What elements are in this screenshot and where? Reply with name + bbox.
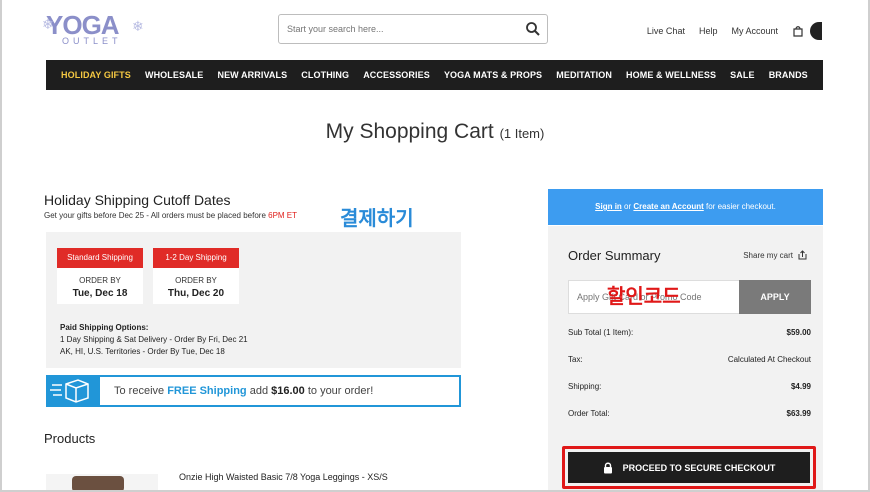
order-total-row: Order Total: $63.99 — [568, 409, 811, 418]
cart-count-badge[interactable] — [810, 22, 822, 40]
nav-item-new-arrivals[interactable]: NEW ARRIVALS — [217, 70, 287, 80]
signin-or: or — [621, 202, 634, 211]
subtotal-label: Sub Total (1 Item): — [568, 328, 634, 337]
my-account-link[interactable]: My Account — [731, 26, 778, 36]
apply-promo-button[interactable]: APPLY — [739, 280, 811, 314]
snowflake-icon: ❄ — [42, 16, 54, 32]
tax-value: Calculated At Checkout — [727, 355, 811, 364]
shipping-card-standard: Standard Shipping ORDER BY Tue, Dec 18 — [57, 248, 143, 304]
nav-item-holiday-gifts[interactable]: HOLIDAY GIFTS — [61, 70, 131, 80]
holiday-subtitle-text: Get your gifts before Dec 25 - All order… — [44, 211, 269, 220]
order-by-label: ORDER BY — [175, 276, 217, 285]
paid-shipping-line: 1 Day Shipping & Sat Delivery - Order By… — [60, 335, 248, 344]
logo-subtext: OUTLET — [62, 36, 122, 46]
shipping-badge: 1-2 Day Shipping — [153, 248, 239, 268]
yoga-outlet-logo[interactable]: YOGA OUTLET ❄ ❄ — [42, 10, 146, 50]
nav-item-accessories[interactable]: ACCESSORIES — [363, 70, 430, 80]
snowflake-icon: ❄ — [132, 18, 144, 34]
paid-shipping-heading: Paid Shipping Options: — [60, 323, 149, 332]
page-title-text: My Shopping Cart — [325, 120, 494, 143]
share-cart-button[interactable]: Share my cart — [743, 250, 807, 260]
order-total-label: Order Total: — [568, 409, 610, 418]
shipping-box-icon — [46, 375, 100, 407]
free-shipping-banner: To receive FREE Shipping add $16.00 to y… — [46, 375, 461, 407]
item-count: (1 Item) — [499, 126, 545, 141]
share-cart-label: Share my cart — [743, 250, 793, 260]
order-by-date: Thu, Dec 20 — [167, 288, 225, 299]
nav-item-clothing[interactable]: CLOTHING — [301, 70, 349, 80]
tax-row: Tax: Calculated At Checkout — [568, 355, 811, 364]
sign-in-link[interactable]: Sign in — [595, 202, 622, 211]
promo-annotation: 할인코드 — [607, 284, 681, 308]
free-shipping-prefix: To receive — [114, 385, 168, 397]
live-chat-link[interactable]: Live Chat — [647, 26, 685, 36]
shopping-bag-icon[interactable] — [792, 25, 804, 37]
nav-item-yoga-mats-props[interactable]: YOGA MATS & PROPS — [444, 70, 542, 80]
lock-icon — [603, 462, 612, 473]
search-icon[interactable] — [525, 21, 541, 37]
nav-item-wholesale[interactable]: WHOLESALE — [145, 70, 203, 80]
tax-label: Tax: — [568, 355, 583, 364]
free-shipping-middle: add — [246, 385, 272, 397]
logo-wordmark: YOGA — [46, 10, 120, 40]
nav-item-home-wellness[interactable]: HOME & WELLNESS — [626, 70, 716, 80]
free-shipping-text: To receive FREE Shipping add $16.00 to y… — [114, 385, 373, 397]
site-header: YOGA OUTLET ❄ ❄ Live Chat Help My Accoun… — [42, 8, 826, 56]
shipping-label: Shipping: — [568, 382, 602, 391]
signin-banner: Sign in or Create an Account for easier … — [548, 189, 823, 225]
holiday-deadline: 6PM ET — [268, 211, 298, 220]
subtotal-row: Sub Total (1 Item): $59.00 — [568, 328, 811, 337]
free-shipping-amount: $16.00 — [271, 385, 305, 397]
top-links: Live Chat Help My Account — [647, 22, 822, 40]
proceed-to-checkout-button[interactable]: PROCEED TO SECURE CHECKOUT — [568, 452, 810, 483]
main-nav: HOLIDAY GIFTS WHOLESALE NEW ARRIVALS CLO… — [46, 60, 823, 90]
search-input[interactable] — [279, 15, 509, 43]
signin-suffix: for easier checkout. — [703, 202, 776, 211]
nav-item-brands[interactable]: BRANDS — [769, 70, 808, 80]
subtotal-value: $59.00 — [786, 328, 811, 337]
leggings-image — [72, 476, 124, 492]
nav-item-sale[interactable]: SALE — [730, 70, 754, 80]
order-by-date: Tue, Dec 18 — [72, 288, 128, 299]
promo-code-form: APPLY — [568, 280, 811, 314]
free-shipping-highlight: FREE Shipping — [167, 385, 247, 397]
create-account-link[interactable]: Create an Account — [633, 202, 703, 211]
shipping-badge: Standard Shipping — [57, 248, 143, 268]
paid-shipping-line: AK, HI, U.S. Territories - Order By Tue,… — [60, 347, 225, 356]
order-by-label: ORDER BY — [79, 276, 121, 285]
share-icon — [798, 250, 807, 260]
nav-item-meditation[interactable]: MEDITATION — [556, 70, 612, 80]
paid-shipping-options: Paid Shipping Options: 1 Day Shipping & … — [60, 322, 248, 358]
search-bar — [278, 14, 548, 44]
product-image[interactable] — [46, 474, 158, 492]
help-link[interactable]: Help — [699, 26, 718, 36]
shipping-value: $4.99 — [790, 382, 811, 391]
order-total-value: $63.99 — [786, 409, 811, 418]
shipping-cutoff-box: Standard Shipping ORDER BY Tue, Dec 18 1… — [46, 232, 461, 368]
shipping-row: Shipping: $4.99 — [568, 382, 811, 391]
page-title: My Shopping Cart (1 Item) — [0, 120, 870, 144]
products-heading: Products — [44, 431, 96, 446]
shipping-card-express: 1-2 Day Shipping ORDER BY Thu, Dec 20 — [153, 248, 239, 304]
product-name-link[interactable]: Onzie High Waisted Basic 7/8 Yoga Leggin… — [179, 472, 388, 482]
checkout-label: PROCEED TO SECURE CHECKOUT — [622, 462, 776, 473]
checkout-annotation: 결제하기 — [340, 206, 414, 230]
free-shipping-suffix: to your order! — [304, 385, 374, 397]
order-summary-title: Order Summary — [568, 248, 661, 263]
